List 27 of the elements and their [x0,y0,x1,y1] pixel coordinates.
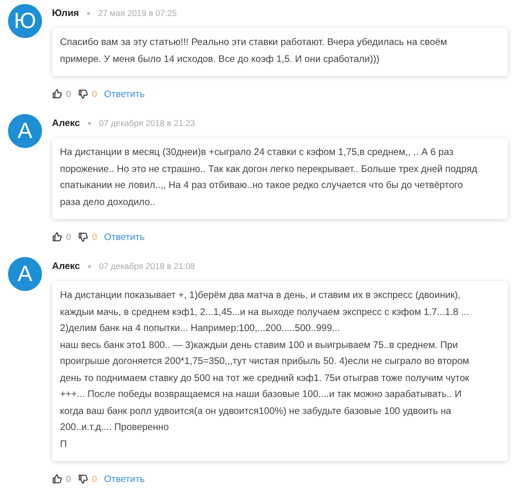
avatar: А [8,257,42,291]
comment-text: На дистанции в месяц (30днеи)в +сыграло 24 ставки с кэфом 1,75,в среднем,, .. А 6 раз порожение.. Но это не страшно.. Так как догон легко перекрывает.. Больше трех дней подряд спатыкании не ловил..,, На 4 раз отбиваю..но такое редко случается что бы до четвёртого раза дело доходило.. [60,146,478,210]
like-count: 0 [66,232,72,242]
reply-link[interactable]: Ответить [104,474,145,484]
author-name: Алекс [52,118,80,128]
reply-link[interactable]: Ответить [104,88,145,100]
thumbs-up-icon[interactable] [52,474,62,484]
author-name: Юлия [52,8,79,18]
like-count: 0 [66,89,72,99]
dislike-count: 0 [92,474,98,484]
dislike-count: 0 [92,89,98,99]
thumbs-down-icon[interactable] [78,474,88,484]
dislike-count: 0 [92,232,98,242]
avatar: А [8,114,42,148]
comment-text: Спасибо вам за эту статью!!! Реально эти ставки работают. Вчера убедилась на своём примере. У меня было 14 исходов. Все до коэф 1,5. И они сработали))) [60,36,448,66]
like-count: 0 [66,474,72,484]
comment-date: 27 мая 2019 в 07:25 [98,8,177,18]
thumbs-down-icon[interactable] [78,232,88,242]
reply-link[interactable]: Ответить [104,232,145,242]
avatar: Ю [8,4,42,38]
comment-text: На дистанции показывает +, 1)берём два матча в день, и ставим их в экспресс (двоиник), каждыи мачь, в среднем кэф1, 2...1,45...и на выходе получаем экспресс с кэфом 1.7...1.8 ... 2)делим банк на 4 попытки... Например:100,...200.....500..999... наш весь банк это1 800.. — 3)каждыи день ставим 100 и выигрываем 75..в среднем. При проигрыше догоняется 200*1,75=350,,,тут чистая прибыль 50. 4)если не сыграло во втором день то поднимаем ставку до 500 на тот же средний кэф1. 75и отыграв тоже получим чуток +++... После победы возвращаемся на наши базовые 100....и так можно зарабатывать.. И когда ваш банк ролл удвоится(а он удвоится100%) не забудьте базовые 100 удвоить на 200..и.т.д.... Проверенно П [60,289,470,452]
thumbs-up-icon[interactable] [52,89,62,99]
comment-date: 07 декабря 2018 в 21:23 [98,118,195,128]
thumbs-up-icon[interactable] [52,232,62,242]
comment-date: 07 декабря 2018 в 21:08 [98,261,195,271]
author-name: Алекс [52,260,80,272]
thumbs-down-icon[interactable] [78,89,88,99]
